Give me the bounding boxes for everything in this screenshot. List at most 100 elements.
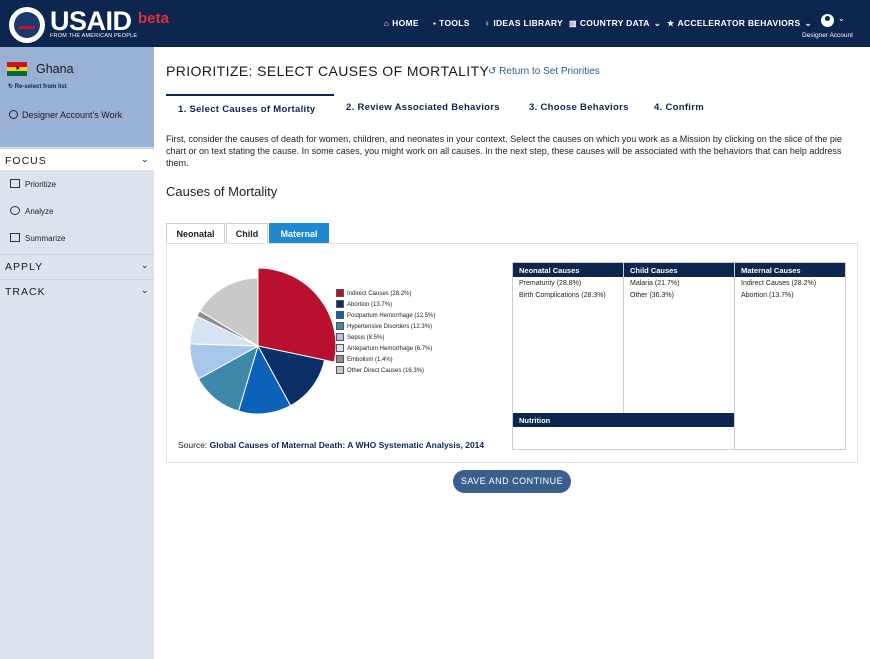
legend-item[interactable]: Postpartum Hemorrhage (12.5%) [336, 311, 435, 321]
list-icon [10, 179, 20, 188]
section-title: FOCUS [5, 155, 47, 167]
user-work-label: Designer Account's Work [22, 110, 123, 120]
user-icon [9, 110, 18, 119]
return-to-priorities-link[interactable]: ↺ Return to Set Priorities [488, 66, 600, 77]
sidebar-item-label: Summarize [25, 234, 66, 243]
list-item[interactable]: Prematurity (28.8%) [519, 278, 581, 290]
nav-country-label: COUNTRY DATA [579, 18, 650, 28]
legend-item[interactable]: Antepartum Hemorrhage (6.7%) [336, 344, 432, 354]
logo-subtext: FROM THE AMERICAN PEOPLE [50, 33, 138, 39]
account-label[interactable]: Designer Account [802, 32, 853, 39]
legend-label: Antepartum Hemorrhage (6.7%) [347, 346, 433, 352]
section-title: APPLY [5, 261, 44, 273]
save-and-continue-button[interactable]: SAVE AND CONTINUE [453, 470, 571, 493]
step-confirm[interactable]: 4. Confirm [654, 94, 704, 121]
sidebar-item-label: Analyze [25, 207, 54, 216]
legend-swatch [336, 333, 344, 341]
legend-label: Other Direct Causes (16.3%) [347, 368, 425, 374]
chevron-down-icon: ⌄ [141, 285, 149, 295]
column-divider [623, 263, 624, 413]
step-tabs: 1. Select Causes of Mortality 2. Review … [166, 94, 858, 121]
reselect-country-link[interactable]: ↻ Re-select from list [8, 83, 67, 90]
list-item[interactable]: Other (36.3%) [630, 290, 674, 302]
source-label: Source: [178, 440, 208, 450]
bar-chart-icon: ▥ [569, 19, 577, 28]
section-title: Causes of Mortality [166, 184, 278, 199]
tab-neonatal[interactable]: Neonatal [166, 223, 225, 244]
legend-label: Abortion (13.7%) [347, 302, 393, 308]
lightbulb-icon: ♀ [484, 19, 491, 28]
step-review-behaviors[interactable]: 2. Review Associated Behaviors [346, 94, 500, 121]
nav-accel-label: ACCELERATOR BEHAVIORS [677, 18, 801, 28]
nav-ideas-library[interactable]: ♀ IDEAS LIBRARY [484, 18, 563, 28]
header-child-causes: Child Causes [624, 263, 734, 277]
country-name: Ghana [36, 62, 74, 76]
legend-item[interactable]: Abortion (13.7%) [336, 300, 392, 310]
legend-swatch [336, 300, 344, 308]
lock-icon: ▪ [433, 19, 437, 28]
list-item[interactable]: Abortion (13.7%) [741, 290, 794, 302]
home-icon: ⌂ [384, 19, 390, 28]
sidebar-item-analyze[interactable]: Analyze [10, 206, 53, 216]
legend-swatch [336, 311, 344, 319]
column-divider [734, 263, 735, 450]
header-nutrition: Nutrition [513, 413, 734, 427]
step-select-causes[interactable]: 1. Select Causes of Mortality [166, 94, 334, 121]
top-navbar: USAID FROM THE AMERICAN PEOPLE beta ⌂ HOM… [0, 0, 870, 47]
app-root: USAID FROM THE AMERICAN PEOPLE beta ⌂ HOM… [0, 0, 870, 659]
sidebar-item-summarize[interactable]: Summarize [10, 233, 65, 243]
sidebar: ★ Ghana ↻ Re-select from list Designer A… [0, 47, 154, 659]
header-neonatal-causes: Neonatal Causes [513, 263, 623, 277]
sidebar-section-track[interactable]: TRACK ⌄ [0, 279, 154, 301]
legend-item[interactable]: Indirect Causes (28.2%) [336, 289, 411, 299]
list-item[interactable]: Malaria (21.7%) [630, 278, 679, 290]
legend-item[interactable]: Other Direct Causes (16.3%) [336, 366, 424, 376]
instructions-text: First, consider the causes of death for … [166, 134, 842, 168]
beta-label: beta [138, 10, 169, 27]
section-title: TRACK [5, 286, 46, 298]
summary-icon [10, 233, 20, 242]
sidebar-section-apply[interactable]: APPLY ⌄ [0, 254, 154, 276]
page-title: PRIORITIZE: SELECT CAUSES OF MORTALITY [166, 63, 490, 79]
reselect-label: Re-select from list [14, 84, 67, 90]
list-item[interactable]: Birth Complications (28.3%) [519, 290, 606, 302]
legend-item[interactable]: Sepsis (8.5%) [336, 333, 384, 343]
nav-tools[interactable]: ▪ TOOLS [433, 18, 470, 28]
legend-label: Hypertensive Disorders (12.3%) [347, 324, 433, 330]
legend-swatch [336, 355, 344, 363]
user-work-link[interactable]: Designer Account's Work [9, 110, 122, 120]
account-avatar-icon[interactable] [821, 14, 834, 27]
star-icon: ★ [667, 19, 675, 28]
tab-maternal[interactable]: Maternal [269, 223, 329, 244]
step-choose-behaviors[interactable]: 3. Choose Behaviors [529, 94, 629, 121]
undo-icon: ↺ [488, 66, 500, 77]
legend-label: Postpartum Hemorrhage (12.5%) [347, 313, 436, 319]
list-item[interactable]: Indirect Causes (28.2%) [741, 278, 816, 290]
legend-label: Embolism (1.4%) [347, 357, 393, 363]
nav-accelerator-behaviors[interactable]: ★ ACCELERATOR BEHAVIORS ⌄ [667, 18, 812, 29]
legend-item[interactable]: Hypertensive Disorders (12.3%) [336, 322, 432, 332]
nav-ideas-label: IDEAS LIBRARY [493, 18, 564, 28]
usaid-seal-icon[interactable] [9, 7, 45, 43]
ghana-flag-icon: ★ [7, 62, 27, 76]
legend-item[interactable]: Embolism (1.4%) [336, 355, 393, 365]
sidebar-item-label: Prioritize [25, 180, 57, 189]
chart-source: Source: Global Causes of Maternal Death:… [178, 440, 484, 450]
analyze-icon [10, 206, 20, 215]
chevron-down-icon: ⌄ [141, 154, 149, 164]
chevron-down-icon[interactable]: ⌄ [838, 14, 845, 23]
sidebar-section-focus[interactable]: FOCUS ⌄ [0, 148, 154, 170]
refresh-icon: ↻ [8, 84, 15, 90]
source-link[interactable]: Global Causes of Maternal Death: A WHO S… [210, 440, 484, 450]
chevron-down-icon: ⌄ [141, 260, 149, 270]
tab-child[interactable]: Child [226, 223, 268, 244]
legend-label: Sepsis (8.5%) [347, 335, 385, 341]
nav-tools-label: TOOLS [439, 18, 470, 28]
nav-home[interactable]: ⌂ HOME [384, 18, 419, 28]
causes-table: Neonatal Causes Child Causes Maternal Ca… [512, 262, 846, 450]
nav-country-data[interactable]: ▥ COUNTRY DATA ⌄ [569, 18, 661, 29]
return-link-label: Return to Set Priorities [499, 66, 600, 77]
legend-swatch [336, 322, 344, 330]
sidebar-item-prioritize[interactable]: Prioritize [10, 179, 56, 189]
legend-label: Indirect Causes (28.2%) [347, 291, 412, 297]
